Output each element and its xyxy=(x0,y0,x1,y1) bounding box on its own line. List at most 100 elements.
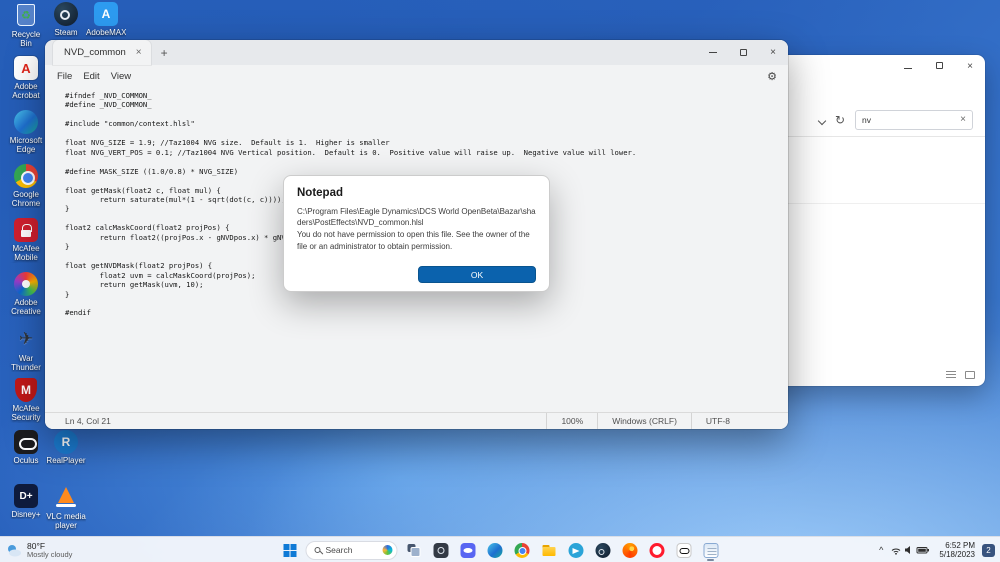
desktop-icon-adobemax[interactable]: A AdobeMAX xyxy=(86,2,126,37)
explorer-window-controls: × xyxy=(904,61,973,72)
dialog-title: Notepad xyxy=(297,187,343,199)
chevron-down-icon[interactable] xyxy=(817,111,827,129)
refresh-icon[interactable]: ↻ xyxy=(835,114,845,126)
active-app-indicator xyxy=(707,559,714,561)
ok-button[interactable]: OK xyxy=(418,266,536,283)
chrome-icon xyxy=(514,542,529,558)
search-label: Search xyxy=(325,545,353,555)
opera-icon xyxy=(649,542,664,558)
tab-close-icon[interactable]: × xyxy=(136,47,142,58)
photos-icon xyxy=(433,542,448,558)
taskbar: 80°F Mostly cloudy Search ^ 6:52 PM 5/18… xyxy=(0,536,1000,562)
list-view-icon[interactable] xyxy=(946,371,956,379)
tray-time: 6:52 PM xyxy=(945,541,975,550)
notification-badge[interactable]: 2 xyxy=(982,543,995,557)
thumbnail-view-icon[interactable] xyxy=(965,371,975,379)
desktop-icon-label: VLC media player xyxy=(46,512,86,530)
search-text: nv xyxy=(862,114,871,125)
oculus-icon xyxy=(14,430,38,454)
steam-icon xyxy=(595,542,610,558)
volume-icon xyxy=(905,546,911,554)
minimize-button[interactable] xyxy=(904,61,913,72)
minimize-button[interactable] xyxy=(698,40,728,65)
taskbar-icon-oculus[interactable] xyxy=(673,539,695,561)
desktop-icon-label: Disney+ xyxy=(11,510,41,519)
taskbar-icon-notepad[interactable] xyxy=(700,539,722,561)
desktop-icon-recycle-bin[interactable]: ♻ Recycle Bin xyxy=(6,2,46,48)
firefox-icon xyxy=(622,542,637,558)
desktop-icon-acrobat[interactable]: A Adobe Acrobat xyxy=(6,56,46,100)
taskbar-icon-steam[interactable] xyxy=(592,539,614,561)
vlc-cone-icon xyxy=(53,484,79,510)
new-tab-button[interactable]: + xyxy=(161,46,168,60)
search-icon xyxy=(314,547,321,553)
close-button[interactable]: × xyxy=(758,40,788,65)
desktop-icon-label: Adobe Creative Cloud xyxy=(11,298,41,317)
menu-file[interactable]: File xyxy=(57,71,72,82)
taskbar-icon-photos[interactable] xyxy=(430,539,452,561)
chrome-icon xyxy=(14,164,38,188)
notepad-tab-bar[interactable]: NVD_common × + × xyxy=(45,40,788,65)
start-button[interactable] xyxy=(279,539,301,561)
close-button[interactable]: × xyxy=(967,61,973,72)
recycle-bin-icon: ♻ xyxy=(17,4,35,26)
desktop-icon-war-thunder[interactable]: ✈ War Thunder xyxy=(6,326,46,372)
system-tray: ^ 6:52 PM 5/18/2023 2 xyxy=(879,537,995,562)
explorer-search-input[interactable]: nv × xyxy=(855,109,973,130)
edge-icon xyxy=(487,542,502,558)
desktop-icon-label: War Thunder xyxy=(11,354,41,372)
chevron-up-icon[interactable]: ^ xyxy=(879,545,883,555)
clock[interactable]: 6:52 PM 5/18/2023 xyxy=(939,541,975,559)
desktop: ♻ Recycle Bin Steam A AdobeMAX A Adobe A… xyxy=(0,0,1000,562)
weather-widget[interactable]: 80°F Mostly cloudy xyxy=(6,537,72,562)
maximize-button[interactable] xyxy=(936,61,944,72)
taskbar-icon-chrome[interactable] xyxy=(511,539,533,561)
clear-search-icon[interactable]: × xyxy=(960,114,966,125)
taskbar-icon-firefox[interactable] xyxy=(619,539,641,561)
desktop-icon-chrome[interactable]: Google Chrome xyxy=(6,164,46,208)
desktop-icon-label: RealPlayer xyxy=(46,456,86,465)
desktop-icon-label: Adobe Acrobat xyxy=(12,82,40,100)
bing-icon xyxy=(382,545,393,555)
taskbar-icon-telegram[interactable] xyxy=(565,539,587,561)
desktop-icon-realplayer[interactable]: R RealPlayer xyxy=(46,430,86,465)
taskbar-icon-task-view[interactable] xyxy=(403,539,425,561)
encoding[interactable]: UTF-8 xyxy=(690,413,744,429)
cursor-position: Ln 4, Col 21 xyxy=(65,416,111,426)
desktop-icon-label: Recycle Bin xyxy=(11,30,41,48)
menu-edit[interactable]: Edit xyxy=(83,71,99,82)
permission-dialog: Notepad C:\Program Files\Eagle Dynamics\… xyxy=(283,175,550,292)
taskbar-icon-discord[interactable] xyxy=(457,539,479,561)
desktop-icon-mcafee[interactable]: M McAfee Security Scan xyxy=(6,378,46,423)
weather-condition: Mostly cloudy xyxy=(27,549,73,559)
notepad-window-controls: × xyxy=(698,40,788,65)
tab-title: NVD_common xyxy=(64,47,126,58)
taskbar-icon-opera[interactable] xyxy=(646,539,668,561)
taskbar-search[interactable]: Search xyxy=(305,540,398,560)
desktop-icon-mcafee-connect[interactable]: McAfee Mobile Connect xyxy=(6,218,46,263)
notepad-icon xyxy=(703,542,718,558)
view-switcher xyxy=(946,371,975,379)
desktop-icon-disney-plus[interactable]: D+ Disney+ xyxy=(6,484,46,519)
desktop-icon-creative-cloud[interactable]: Adobe Creative Cloud xyxy=(6,272,46,317)
creative-cloud-icon xyxy=(14,272,38,296)
notepad-status-bar: Ln 4, Col 21 100% Windows (CRLF) UTF-8 xyxy=(45,412,788,429)
dialog-file-path: C:\Program Files\Eagle Dynamics\DCS Worl… xyxy=(297,207,536,228)
realplayer-icon: R xyxy=(54,430,78,454)
maximize-button[interactable] xyxy=(728,40,758,65)
notepad-tab[interactable]: NVD_common × xyxy=(53,40,151,65)
desktop-icon-vlc[interactable]: VLC media player xyxy=(46,484,86,530)
desktop-icon-oculus[interactable]: Oculus xyxy=(6,430,46,465)
desktop-icon-label: Oculus xyxy=(13,456,39,465)
settings-gear-icon[interactable]: ⚙ xyxy=(767,70,777,83)
desktop-icon-edge[interactable]: Microsoft Edge xyxy=(6,110,46,154)
desktop-icon-steam[interactable]: Steam xyxy=(46,2,86,37)
zoom-level[interactable]: 100% xyxy=(546,413,597,429)
line-ending[interactable]: Windows (CRLF) xyxy=(597,413,691,429)
eagle-icon: ✈ xyxy=(18,329,34,348)
menu-view[interactable]: View xyxy=(111,71,131,82)
telegram-icon xyxy=(568,542,583,558)
taskbar-icon-file-explorer[interactable] xyxy=(538,539,560,561)
tray-status-icons[interactable] xyxy=(890,544,932,556)
taskbar-icon-edge[interactable] xyxy=(484,539,506,561)
